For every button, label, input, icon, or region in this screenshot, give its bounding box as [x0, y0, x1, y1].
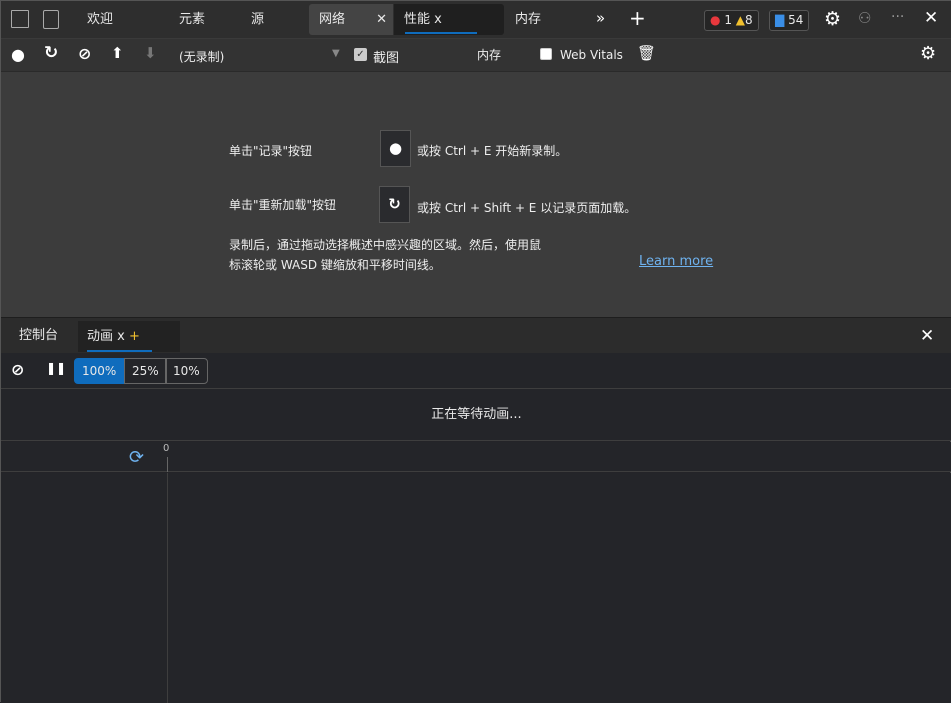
active-tab-indicator: [405, 32, 477, 34]
download-icon[interactable]: ⬇: [144, 44, 157, 62]
tab-animations[interactable]: 动画 x +: [78, 321, 180, 352]
devtools-tab-bar: 欢迎 元素 源 网络 ✕ 性能 x 内存 » + ● 1 ▲8 ▇ 54 ⚙ ⚇ …: [1, 1, 951, 38]
tab-animations-label: 动画 x: [87, 329, 125, 344]
clear-animations-icon[interactable]: ⊘: [11, 360, 24, 379]
speed-25-button[interactable]: 25%: [124, 358, 167, 384]
waiting-message: 正在等待动画...: [1, 389, 951, 441]
tab-performance[interactable]: 性能 x: [394, 4, 504, 35]
tab-memory[interactable]: 内存: [515, 4, 541, 35]
record-icon: ●: [388, 139, 403, 157]
reload-icon: ↻: [388, 195, 401, 213]
animations-toolbar: ⊘ ❚❚ 100% 25% 10%: [1, 353, 951, 389]
settings-gear-icon[interactable]: ⚙: [824, 8, 841, 30]
timeline-header: ⟳ 0: [1, 442, 951, 472]
reload-shortcut: 或按 Ctrl + Shift + E 以记录页面加载。: [417, 201, 637, 215]
timeline-divider: [167, 473, 168, 703]
close-devtools-icon[interactable]: ✕: [924, 8, 938, 28]
tab-network-label: 网络: [319, 12, 346, 27]
warning-icon: ▲: [735, 13, 746, 27]
speed-10-button[interactable]: 10%: [165, 358, 208, 384]
close-drawer-icon[interactable]: ✕: [920, 326, 934, 346]
memory-label: 内存: [477, 48, 502, 62]
error-icon: ●: [710, 13, 721, 27]
clear-icon[interactable]: ⊘: [78, 44, 91, 63]
reload-button[interactable]: ↻: [379, 186, 410, 223]
feedback-icon[interactable]: ⚇: [858, 9, 871, 27]
performance-toolbar: ● ↻ ⊘ ⬆ ⬇ (无录制) ▼ ✓ 截图 内存 Web Vitals 🗑 ⚙: [1, 38, 951, 71]
recording-select-value: (无录制): [179, 50, 225, 64]
pause-icon[interactable]: ❚❚: [46, 361, 66, 375]
record-instruction: 单击"记录"按钮: [229, 144, 313, 158]
warning-count: 8: [745, 13, 753, 27]
tab-sources[interactable]: 源: [251, 4, 264, 35]
replay-icon[interactable]: ⟳: [129, 447, 144, 468]
record-shortcut: 或按 Ctrl + E 开始新录制。: [417, 144, 568, 158]
hint-line-2: 标滚轮或 WASD 键缩放和平移时间线。: [229, 258, 441, 272]
web-vitals-checkbox[interactable]: [540, 48, 552, 60]
device-emulation-icon[interactable]: [43, 10, 59, 29]
tab-console[interactable]: 控制台: [19, 320, 58, 351]
screenshots-label: 截图: [373, 51, 400, 66]
timeline-marker: [167, 457, 168, 472]
tab-network[interactable]: 网络 ✕: [309, 4, 393, 35]
timeline-grid: [1, 473, 951, 703]
message-count: 54: [788, 13, 804, 27]
record-button[interactable]: ●: [380, 130, 411, 167]
record-icon[interactable]: ●: [11, 45, 25, 64]
capture-settings-gear-icon[interactable]: ⚙: [920, 43, 936, 64]
recording-select[interactable]: (无录制): [179, 48, 224, 65]
performance-landing: 单击"记录"按钮 ● 或按 Ctrl + E 开始新录制。 单击"重新加载"按钮…: [1, 71, 951, 317]
more-tabs-chevron-icon[interactable]: »: [596, 9, 605, 27]
messages-badge[interactable]: ▇ 54: [769, 10, 810, 31]
trash-icon[interactable]: 🗑: [637, 44, 656, 62]
speed-100-button[interactable]: 100%: [74, 358, 125, 384]
more-options-icon[interactable]: ···: [891, 9, 904, 25]
add-drawer-tab[interactable]: +: [129, 329, 140, 344]
dropdown-arrow-icon[interactable]: ▼: [332, 48, 340, 59]
web-vitals-label: Web Vitals: [560, 48, 623, 62]
drawer-tab-bar: 控制台 动画 x + ✕: [1, 317, 951, 353]
tab-elements[interactable]: 元素: [179, 4, 205, 35]
hint-line-1: 录制后，通过拖动选择概述中感兴趣的区域。然后，使用鼠: [229, 238, 542, 252]
upload-icon[interactable]: ⬆: [111, 44, 124, 62]
error-count: 1: [724, 13, 732, 27]
close-icon[interactable]: ✕: [376, 4, 387, 35]
reload-instruction: 单击"重新加载"按钮: [229, 198, 337, 212]
learn-more-link[interactable]: Learn more: [639, 254, 713, 269]
tab-welcome[interactable]: 欢迎: [87, 4, 113, 35]
active-tab-indicator: [87, 350, 152, 352]
screenshots-checkbox[interactable]: ✓: [354, 48, 367, 61]
timeline-zero-label: 0: [163, 443, 170, 454]
issues-badge[interactable]: ● 1 ▲8: [704, 10, 759, 31]
reload-record-icon[interactable]: ↻: [44, 43, 58, 63]
inspect-element-icon[interactable]: [11, 10, 29, 28]
tab-performance-label: 性能 x: [404, 12, 442, 27]
message-icon: ▇: [775, 13, 785, 27]
add-tab-plus-icon[interactable]: +: [629, 6, 646, 30]
